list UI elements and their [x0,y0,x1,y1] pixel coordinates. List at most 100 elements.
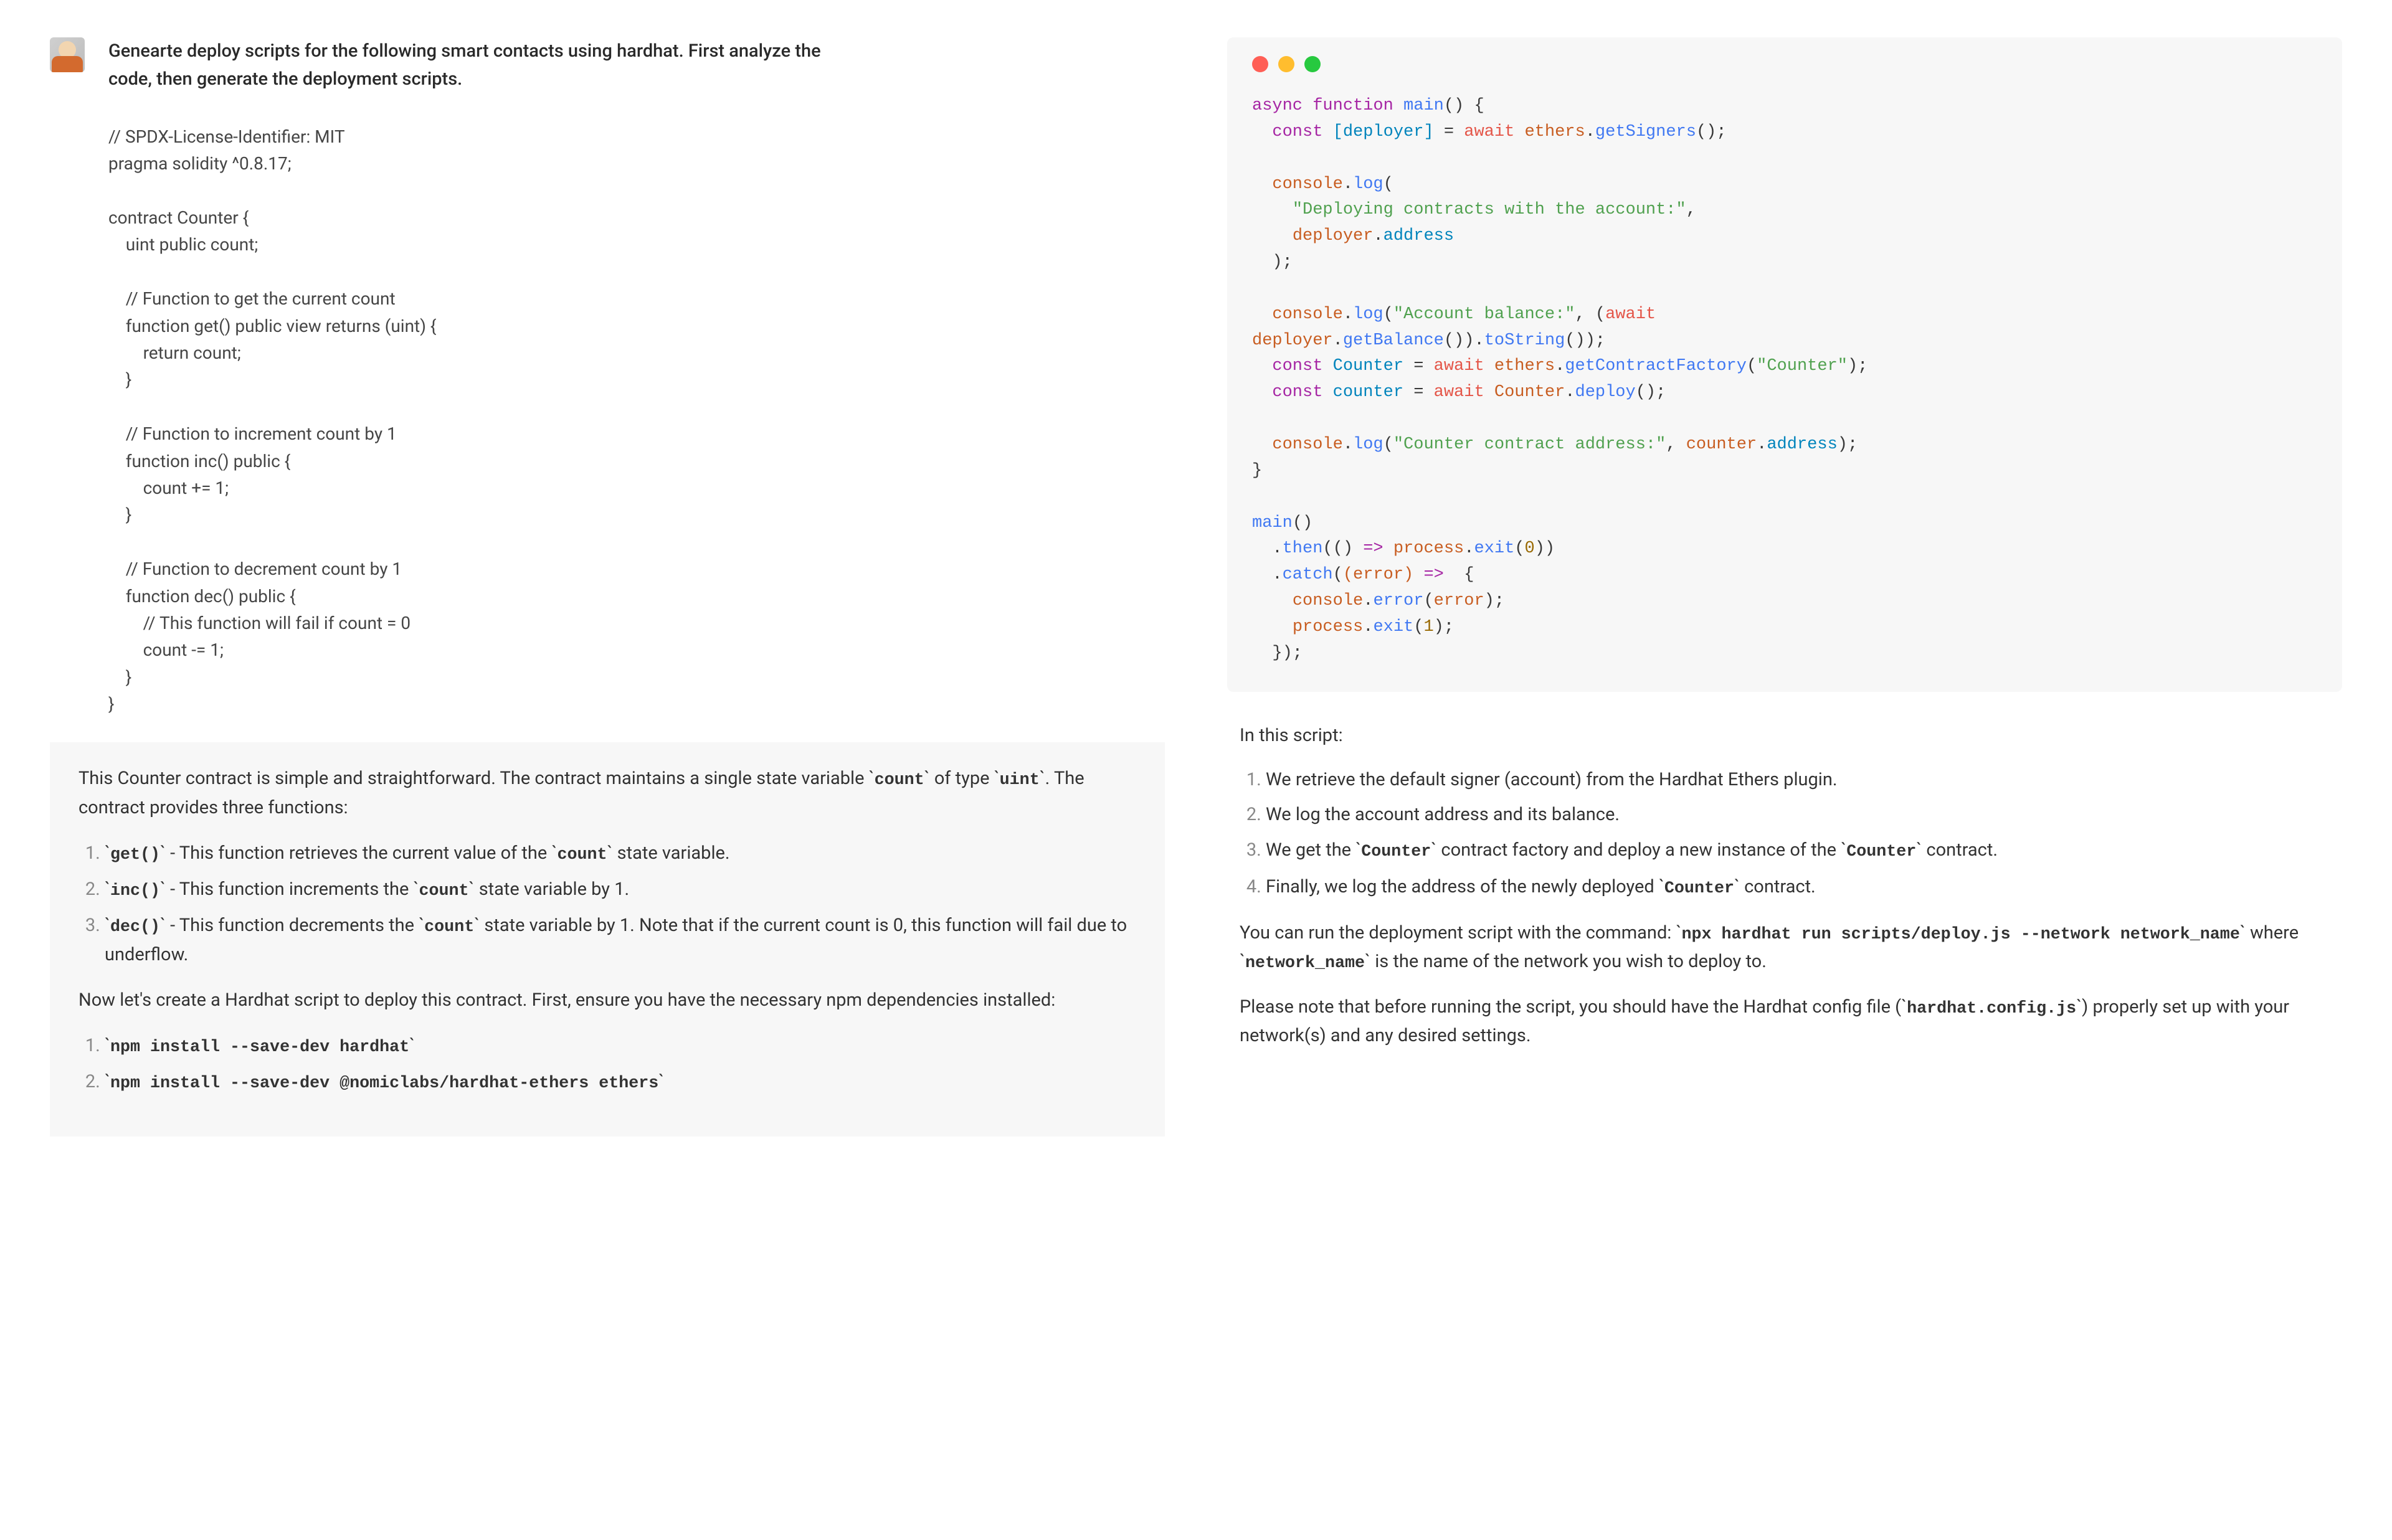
inline-code: inc() [110,882,160,900]
tok: address [1767,435,1837,454]
tok: log [1353,305,1383,324]
text: state variable by 1. [475,879,630,900]
tok: ( [1747,357,1757,376]
assistant-response-left: This Counter contract is simple and stra… [50,742,1165,1136]
tok: Counter [1494,383,1565,402]
tok: deployer [1293,227,1374,245]
tok: Counter [1333,357,1403,376]
inline-code: uint [1000,771,1040,790]
tok: ethers [1524,123,1585,141]
tok: deployer [1252,331,1333,350]
tok: . [1343,435,1353,454]
text: variable [801,768,868,789]
tok: "Deploying contracts with the account:" [1293,201,1686,219]
tok: . [1555,357,1565,376]
tok: . [1757,435,1767,454]
list-item: `npm install --save-dev hardhat` [105,1032,1136,1061]
tok: async [1252,97,1312,115]
text: This Counter contract is simple and stra… [78,768,797,789]
inline-code: npm install --save-dev @nomiclabs/hardha… [110,1074,658,1093]
tok: ethers [1494,357,1555,376]
inline-code: npx hardhat run scripts/deploy.js --netw… [1682,925,2240,944]
inline-code: Counter [1664,879,1734,898]
tok: function [1312,97,1403,115]
tok: await [1434,357,1494,376]
left-column: Genearte deploy scripts for the followin… [0,0,1196,1540]
code-line: pragma solidity ^0.8.17; [108,153,292,174]
inline-code: count [424,918,474,937]
window-controls [1252,56,2317,72]
inline-code: count [875,771,924,790]
tok: await [1605,305,1666,324]
inline-code: hardhat.config.js [1907,999,2076,1018]
tok: . [1343,175,1353,194]
tok: . [1272,539,1282,558]
tok: main [1252,514,1293,532]
tok: = [1403,357,1434,376]
deploy-script: async function main() { const [deployer]… [1252,93,2317,667]
explanation-block: In this script: We retrieve the default … [1227,722,2342,1051]
tok: getSigners [1595,123,1696,141]
text: of type [930,768,994,789]
code-line: // Function to decrement count by 1 [108,559,402,579]
tok: console [1272,435,1342,454]
text: Please note that before running the scri… [1240,996,1901,1018]
list-item: We retrieve the default signer (account)… [1266,766,2330,794]
tok: ( [1383,175,1393,194]
inline-code: count [419,882,469,900]
text: is the name of the network you wish to d… [1370,951,1767,972]
now-paragraph: Now let's create a Hardhat script to dep… [78,986,1136,1014]
tok: (); [1696,123,1727,141]
code-line: // This function will fail if count = 0 [108,613,411,633]
text: state variable. [612,843,729,864]
code-line: count -= 1; [108,640,224,660]
tok: main [1403,97,1444,115]
tok: exit [1373,618,1413,636]
text: We get the [1266,839,1355,861]
inline-code: npm install --save-dev hardhat [110,1038,409,1057]
text: contract. [1740,876,1816,897]
tok: error [1434,592,1484,610]
code-line: } [108,369,131,390]
tok: ( [1383,305,1393,324]
tok: process [1393,539,1464,558]
tok: . [1363,618,1373,636]
tok: console [1272,305,1342,324]
tok: ) [1464,331,1474,350]
inline-code: dec() [110,918,160,937]
page-root: Genearte deploy scripts for the followin… [0,0,2392,1540]
user-prompt: Genearte deploy scripts for the followin… [108,37,821,93]
tok: 0 [1524,539,1534,558]
code-line: // SPDX-License-Identifier: MIT [108,126,345,147]
text: - This function decrements the [166,915,419,936]
close-dot-icon[interactable] [1252,56,1268,72]
code-window: async function main() { const [deployer]… [1227,37,2342,692]
functions-list: `get()` - This function retrieves the cu… [78,839,1136,969]
list-item: We get the `Counter` contract factory an… [1266,836,2330,865]
tok: , [1666,435,1676,454]
tok: () { [1444,97,1484,115]
tok: then [1283,539,1323,558]
tok: ( [1595,305,1605,324]
tok: const [1272,123,1332,141]
code-line: // Function to get the current count [108,288,396,309]
maximize-dot-icon[interactable] [1304,56,1321,72]
tok: (); [1636,383,1666,402]
tok: [deployer] [1333,123,1434,141]
user-prompt-line2: code, then generate the deployment scrip… [108,68,462,90]
tok: toString [1484,331,1565,350]
tok: . [1373,227,1383,245]
tok: counter [1686,435,1757,454]
list-item: `get()` - This function retrieves the cu… [105,839,1136,868]
code-line: count += 1; [108,478,229,498]
inline-code: count [557,846,607,864]
minimize-dot-icon[interactable] [1278,56,1294,72]
tok: getContractFactory [1565,357,1747,376]
right-column: async function main() { const [deployer]… [1196,0,2392,1540]
intro-paragraph: This Counter contract is simple and stra… [78,765,1136,821]
tok: "Counter" [1757,357,1848,376]
user-message: Genearte deploy scripts for the followin… [50,37,1165,93]
tok: getBalance [1343,331,1444,350]
user-avatar [50,37,85,72]
code-line: function dec() public { [108,586,296,607]
